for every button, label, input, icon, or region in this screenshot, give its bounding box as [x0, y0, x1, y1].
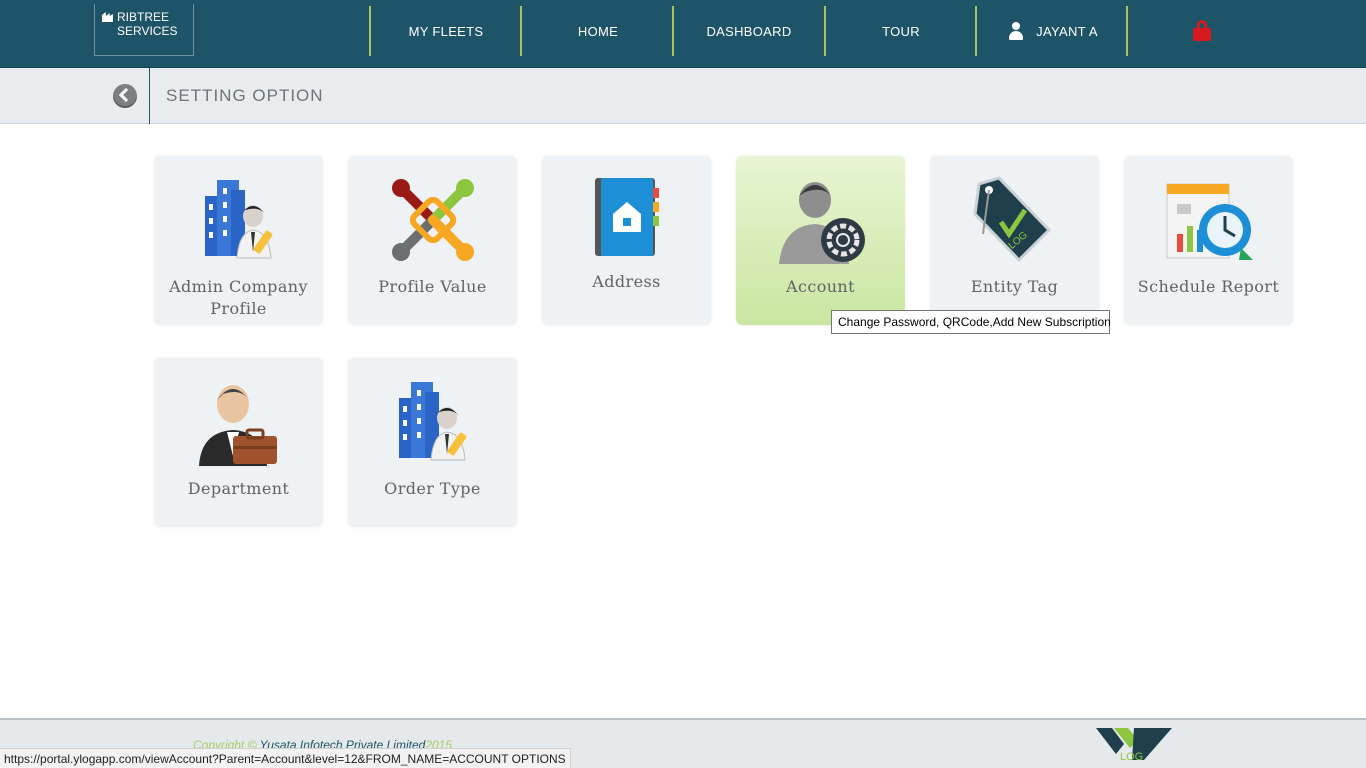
tile-label: Admin Company Profile: [169, 277, 308, 318]
tile-department[interactable]: Department: [154, 358, 323, 527]
tile-admin-company-profile[interactable]: Admin Company Profile: [154, 156, 323, 325]
top-navbar: RIBTREE SERVICES MY FLEETS HOME DASHBOAR…: [0, 0, 1366, 68]
tile-order-type[interactable]: Order Type: [348, 358, 517, 527]
tile-label: Profile Value: [378, 277, 487, 296]
tile-label: Order Type: [384, 479, 481, 498]
account-tooltip: Change Password, QRCode,Add New Subscrip…: [831, 310, 1111, 334]
nav-my-fleets[interactable]: MY FLEETS: [370, 6, 522, 56]
header-divider: [149, 68, 150, 124]
brand-line-2: SERVICES: [117, 24, 178, 38]
address-book-icon: [594, 178, 659, 256]
tile-profile-value[interactable]: Profile Value: [348, 156, 517, 325]
nav-tour[interactable]: TOUR: [825, 6, 977, 56]
nav-user-menu[interactable]: JAYANT A: [977, 6, 1129, 56]
nav-divider: [1126, 6, 1128, 56]
nav-home[interactable]: HOME: [522, 6, 674, 56]
tile-schedule-report[interactable]: Schedule Report: [1124, 156, 1293, 325]
brand-icon: [102, 12, 113, 22]
ylog-logo-icon: LOG: [1096, 728, 1172, 763]
company-profile-icon: [204, 180, 272, 259]
order-type-icon: [398, 382, 466, 461]
user-icon: [1008, 22, 1024, 40]
tag-icon: LOG: [972, 176, 1051, 263]
back-arrow-icon[interactable]: [113, 84, 137, 108]
tile-label: Entity Tag: [970, 277, 1059, 296]
schedule-report-icon: [1166, 183, 1253, 260]
tile-label: Department: [187, 479, 290, 498]
tile-label: Schedule Report: [1137, 277, 1280, 296]
browser-status-url: https://portal.ylogapp.com/viewAccount?P…: [0, 748, 571, 768]
page-title: SETTING OPTION: [166, 86, 324, 105]
tile-entity-tag[interactable]: LOG Entity Tag: [930, 156, 1099, 325]
department-icon: [198, 385, 277, 466]
logo-text: LOG: [1120, 751, 1143, 763]
tile-label: Account: [786, 277, 855, 296]
account-settings-icon: [778, 182, 865, 264]
brand-line-1: RIBTREE: [117, 10, 170, 24]
profile-value-icon: [391, 179, 474, 261]
brand-logo[interactable]: RIBTREE SERVICES: [94, 4, 194, 56]
tile-account[interactable]: Account: [736, 156, 905, 325]
lock-icon[interactable]: [1193, 20, 1211, 42]
tile-label: Address: [592, 272, 661, 291]
page-header: SETTING OPTION: [0, 68, 1366, 124]
user-name: JAYANT A: [1036, 23, 1098, 39]
nav-dashboard[interactable]: DASHBOARD: [673, 6, 825, 56]
tile-address[interactable]: Address: [542, 156, 711, 325]
